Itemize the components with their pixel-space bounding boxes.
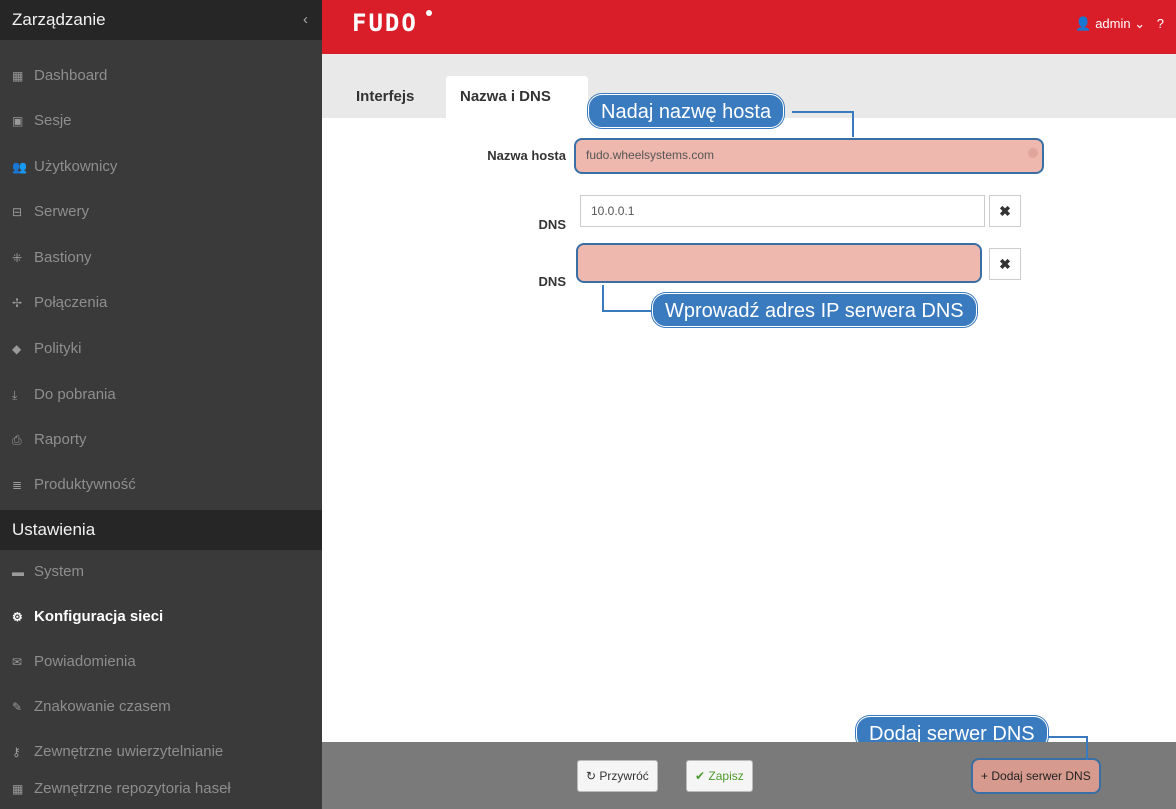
printer-icon: ⎙	[12, 433, 22, 447]
edit-icon: ✎	[12, 700, 23, 714]
sidebar-item-label: Bastiony	[34, 249, 92, 266]
key-icon: ⚷	[12, 745, 21, 759]
add-dns-label: Dodaj serwer DNS	[991, 769, 1091, 783]
sidebar-item-bastions[interactable]: ⁜ Bastiony	[0, 238, 322, 278]
dns-label: DNS	[538, 274, 566, 289]
tab-hostname-dns[interactable]: Nazwa i DNS	[446, 76, 588, 118]
sidebar-item-servers[interactable]: ⊟ Serwery	[0, 192, 322, 232]
main-content: Interfejs Nazwa i DNS Nazwa hosta fudo.w…	[322, 54, 1176, 750]
sidebar-item-reports[interactable]: ⎙ Raporty	[0, 420, 322, 460]
sidebar-item-label: Zewnętrzne uwierzytelnianie	[34, 743, 224, 760]
connections-icon: ✢	[12, 296, 23, 310]
sidebar-item-sessions[interactable]: ▣ Sesje	[0, 101, 322, 141]
callout-hostname-leader	[792, 111, 854, 137]
sidebar-item-productivity[interactable]: ≣ Produktywność	[0, 465, 322, 505]
sidebar-item-dashboard[interactable]: ▦ Dashboard	[0, 56, 322, 96]
folder-icon: ▬	[12, 565, 24, 579]
restore-label: Przywróć	[599, 769, 649, 783]
topbar: FUDO 👤 admin ⌄ ?	[322, 0, 1176, 54]
fudo-logo[interactable]: FUDO	[352, 9, 418, 37]
dns-input-2[interactable]	[576, 243, 982, 283]
sidebar-section-management: Zarządzanie ‹	[0, 0, 322, 40]
tab-interfaces[interactable]: Interfejs	[342, 76, 428, 118]
sidebar-section-title: Zarządzanie	[12, 10, 106, 29]
sidebar-item-label: Znakowanie czasem	[34, 698, 171, 715]
sidebar-item-label: Raporty	[34, 431, 87, 448]
sidebar-item-external-password-repos[interactable]: ▦ Zewnętrzne repozytoria haseł	[0, 769, 322, 809]
sidebar-item-label: Użytkownicy	[34, 158, 118, 175]
sidebar-item-policies[interactable]: ◆ Polityki	[0, 329, 322, 369]
sidebar-item-system[interactable]: ▬ System	[0, 552, 322, 592]
envelope-icon: ✉	[12, 655, 23, 669]
callout-dns: Wprowadź adres IP serwera DNS	[652, 293, 977, 327]
plus-icon: +	[981, 769, 989, 783]
collapse-sidebar-icon[interactable]: ‹	[303, 0, 308, 40]
hostname-value: fudo.wheelsystems.com	[586, 148, 715, 162]
sidebar: Zarządzanie ‹ ▦ Dashboard ▣ Sesje 👥 Użytkow…	[0, 0, 322, 809]
check-icon: ✔	[695, 769, 706, 783]
user-menu[interactable]: 👤 admin ⌄ ?	[1075, 16, 1164, 32]
sidebar-item-network-config[interactable]: ⚙ Konfiguracja sieci	[0, 597, 322, 637]
callout-hostname: Nadaj nazwę hosta	[588, 94, 785, 128]
sidebar-item-label: Polityki	[34, 340, 82, 357]
sidebar-item-label: Sesje	[34, 112, 72, 129]
sidebar-item-label: Do pobrania	[34, 386, 116, 403]
sidebar-item-label: Konfiguracja sieci	[34, 608, 164, 625]
sidebar-item-connections[interactable]: ✢ Połączenia	[0, 283, 322, 323]
restore-button[interactable]: ↻ Przywróć	[577, 760, 658, 792]
refresh-icon: ↻	[586, 769, 597, 783]
save-button[interactable]: ✔ Zapisz	[686, 760, 753, 792]
sessions-icon: ▣	[12, 114, 24, 128]
download-icon: ⤓	[12, 388, 18, 402]
users-icon: 👥	[12, 160, 27, 174]
sidebar-item-notifications[interactable]: ✉ Powiadomienia	[0, 642, 322, 682]
sidebar-section-title: Ustawienia	[12, 520, 96, 539]
bastion-icon: ⁜	[12, 251, 23, 265]
cogs-icon: ⚙	[12, 610, 23, 624]
user-icon: 👤	[1075, 16, 1092, 31]
footer-bar: ↻ Przywróć ✔ Zapisz + Dodaj serwer DNS	[322, 736, 1176, 809]
sidebar-item-downloads[interactable]: ⤓ Do pobrania	[0, 375, 322, 415]
sidebar-item-label: Powiadomienia	[34, 653, 136, 670]
sidebar-section-settings: Ustawienia	[0, 510, 322, 550]
productivity-icon: ≣	[12, 478, 23, 492]
sidebar-item-label: Serwery	[34, 203, 90, 220]
dashboard-icon: ▦	[12, 69, 24, 83]
sidebar-item-label: Połączenia	[34, 294, 108, 311]
sidebar-item-label: Dashboard	[34, 67, 108, 84]
callout-add-dns-leader	[1048, 736, 1088, 760]
sidebar-item-label: System	[34, 563, 85, 580]
sidebar-item-external-auth[interactable]: ⚷ Zewnętrzne uwierzytelnianie	[0, 732, 322, 772]
help-icon[interactable]: ?	[1157, 16, 1164, 31]
sidebar-item-label: Produktywność	[34, 476, 136, 493]
sidebar-item-timestamping[interactable]: ✎ Znakowanie czasem	[0, 687, 322, 727]
callout-dns-leader	[602, 285, 652, 312]
remove-dns-button[interactable]: ✖	[989, 248, 1021, 280]
hostname-input[interactable]: fudo.wheelsystems.com	[574, 138, 1044, 174]
chevron-down-icon: ⌄	[1134, 16, 1146, 31]
dns-value: 10.0.0.1	[591, 204, 635, 218]
hostname-label: Nazwa hosta	[487, 148, 566, 163]
dns-input-1[interactable]: 10.0.0.1	[580, 195, 985, 227]
grid-icon: ▦	[12, 782, 24, 796]
add-dns-server-button[interactable]: + Dodaj serwer DNS	[971, 758, 1101, 794]
sidebar-item-label: Zewnętrzne repozytoria haseł	[34, 780, 231, 797]
save-label: Zapisz	[708, 769, 744, 783]
user-name: admin	[1095, 16, 1131, 31]
remove-dns-button[interactable]: ✖	[989, 195, 1021, 227]
sidebar-item-users[interactable]: 👥 Użytkownicy	[0, 147, 322, 187]
shield-icon: ◆	[12, 342, 22, 356]
input-handle-icon	[1028, 148, 1038, 158]
logo-dot	[426, 10, 432, 16]
dns-label: DNS	[538, 217, 566, 232]
server-icon: ⊟	[12, 205, 23, 219]
